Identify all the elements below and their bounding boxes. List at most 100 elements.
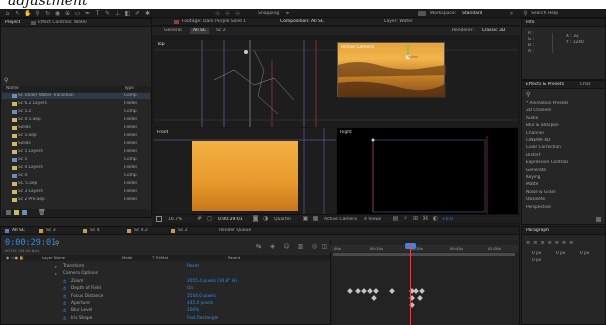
clone-stamp-tool-icon[interactable]: ⊥ <box>114 10 121 17</box>
tab-effects-presets[interactable]: Effects & Presets <box>526 82 564 88</box>
effects-category[interactable]: Distort <box>526 153 541 159</box>
project-item[interactable]: Sc 5.aep Folder <box>2 133 150 139</box>
local-axis-icon[interactable]: ⊹ <box>214 10 221 17</box>
stopwatch-icon[interactable]: ⏱ <box>63 316 66 321</box>
stopwatch-icon[interactable]: ⏱ <box>63 308 66 313</box>
column-trkmat[interactable]: T TrkMat <box>152 255 168 261</box>
draft-3d-icon[interactable]: ◈ <box>269 243 276 250</box>
column-parent[interactable]: Parent <box>228 255 240 261</box>
layer-property-row[interactable]: ⏱ Iris Shape Fast Rectangle <box>3 315 331 322</box>
column-name[interactable]: Name <box>6 86 19 92</box>
work-area-bar[interactable] <box>333 253 515 256</box>
snapping-icon[interactable]: ⌖ <box>284 10 291 17</box>
indent-first[interactable]: 0 px <box>580 251 589 256</box>
effects-category[interactable]: Blur & Sharpen <box>526 123 559 129</box>
search-icon[interactable]: ⚲ <box>55 240 59 247</box>
eraser-tool-icon[interactable]: ◧ <box>124 10 131 17</box>
top-view[interactable]: Top <box>154 40 518 127</box>
magnification-select[interactable]: 16.7% <box>168 217 182 222</box>
effects-category[interactable]: Obsolete <box>526 197 545 203</box>
project-item[interactable]: Solids Folder <box>2 141 150 147</box>
tab-render-queue[interactable]: Render Queue <box>219 228 251 234</box>
graph-editor-icon[interactable]: ◫ <box>321 243 328 250</box>
timeline-icon[interactable]: ⊞ <box>412 215 419 222</box>
camera-view-select[interactable]: Active Camera <box>324 217 357 222</box>
layer-property-row[interactable]: ⏱ Blur Level 100% <box>3 307 331 314</box>
effects-category[interactable]: Matte <box>526 182 538 188</box>
layer-property-row[interactable]: ▸ Camera Options <box>3 270 331 277</box>
project-item[interactable]: Sc 6.2 Layers Folder <box>2 101 150 107</box>
tab-sc-2[interactable]: Sc 2 <box>178 228 188 234</box>
tab-sc-4-2[interactable]: Sc 4.2 <box>134 228 148 234</box>
property-value[interactable]: 100% <box>187 307 199 314</box>
layer-property-row[interactable]: ⏱ Zoom 2055.4 pixels (34.8° H) <box>3 278 331 285</box>
search-icon[interactable]: ⚲ <box>4 77 8 84</box>
project-item[interactable]: Sc 5 Comp <box>2 157 150 163</box>
flowchart-icon[interactable]: ⌘ <box>422 215 429 222</box>
expand-arrow-icon[interactable]: ▸ <box>55 271 57 276</box>
property-value[interactable]: Reset <box>187 263 199 270</box>
project-item[interactable]: Sc 5 Layers Folder <box>2 149 150 155</box>
layer-property-row[interactable]: ▸ Transform Reset <box>3 263 331 270</box>
fast-previews-icon[interactable]: ⚡ <box>402 215 409 222</box>
alignment-buttons[interactable]: ≡≡≡≡≡≡≡ <box>526 240 602 246</box>
snapshot-icon[interactable]: ◙ <box>252 215 259 222</box>
stopwatch-icon[interactable]: ⏱ <box>63 286 66 291</box>
tab-footage[interactable]: Footage: Dark Purple Solid 1 <box>182 19 246 25</box>
project-item[interactable]: Sc Under Water Transition Comp <box>2 93 150 99</box>
tab-effect-controls[interactable]: Effect Controls: Water <box>38 20 87 26</box>
resolution-select[interactable]: Quarter <box>274 217 291 222</box>
active-camera-thumbnail[interactable]: Active Camera <box>337 42 446 98</box>
search-help-input[interactable]: Search Help <box>531 11 558 16</box>
show-channel-icon[interactable]: ◑ <box>262 215 269 222</box>
workspace-select[interactable]: Standard <box>462 11 482 16</box>
effects-category[interactable]: Perspective <box>526 205 551 211</box>
stopwatch-icon[interactable]: ⏱ <box>63 294 66 299</box>
time-ruler[interactable]: 00s 00:15s 00:30s 00:45s 01:00s <box>330 245 518 252</box>
tab-sc-4[interactable]: Sc 4 <box>90 228 100 234</box>
layer-property-row[interactable]: ⏱ Aperture 445.0 pixels <box>3 300 331 307</box>
puppet-tool-icon[interactable]: ✱ <box>144 10 151 17</box>
stopwatch-icon[interactable]: ⏱ <box>63 301 66 306</box>
tab-sc-3[interactable]: Sc 3 <box>46 228 56 234</box>
project-item[interactable]: Sc 4 Comp <box>2 173 150 179</box>
project-item[interactable]: Sc 3 Layers Folder <box>2 189 150 195</box>
property-value[interactable]: On <box>187 285 193 292</box>
tab-info[interactable]: Info <box>526 20 535 26</box>
current-time-display[interactable]: 0:00:29:01 <box>218 217 243 222</box>
effects-category[interactable]: Keying <box>526 175 540 181</box>
region-of-interest-icon[interactable]: ▣ <box>302 215 309 222</box>
transparency-grid-icon[interactable]: ▦ <box>312 215 319 222</box>
exposure-value[interactable]: +0.0 <box>442 217 453 222</box>
toggle-pixel-aspect-icon[interactable]: ▤ <box>392 215 399 222</box>
project-item[interactable]: Sc 4 5.aep Folder <box>2 117 150 123</box>
rotate-tool-icon[interactable]: ↻ <box>44 10 51 17</box>
tab-project[interactable]: Project <box>5 20 20 26</box>
property-value[interactable]: 445.0 pixels <box>187 300 213 307</box>
interpret-footage-icon[interactable] <box>6 210 11 215</box>
effects-category[interactable]: 3D Channel <box>526 108 551 114</box>
stopwatch-icon[interactable]: ⏱ <box>63 279 66 284</box>
preview-icon[interactable] <box>156 216 162 222</box>
expand-arrow-icon[interactable]: ▸ <box>55 264 57 269</box>
new-folder-icon[interactable] <box>14 210 19 215</box>
timecode-display[interactable]: 0:00:29:01 <box>5 238 56 248</box>
effects-category[interactable]: Color Correction <box>526 145 561 151</box>
exposure-icon[interactable]: ◐ <box>432 215 439 222</box>
all-sc-crumb[interactable]: All SC <box>190 28 210 34</box>
selection-tool-icon[interactable]: ↖ <box>14 10 21 17</box>
current-time-indicator[interactable] <box>410 243 411 325</box>
space-before[interactable]: 0 px <box>532 258 541 263</box>
effects-category[interactable]: Noise & Grain <box>526 190 556 196</box>
project-item[interactable]: SC 5.aep Folder <box>2 181 150 187</box>
view-axis-icon[interactable]: ⊹ <box>234 10 241 17</box>
grid-icon[interactable]: # <box>196 215 203 222</box>
property-value[interactable]: 2055.4 pixels (34.8° H) <box>187 278 237 285</box>
tab-composition[interactable]: Composition: All SC <box>280 19 324 25</box>
project-item[interactable]: Sc 2 Pre.aep Folder <box>2 197 150 203</box>
workspace-menu-icon[interactable]: » <box>508 10 515 17</box>
tab-character[interactable]: Char <box>580 82 591 88</box>
sc2-crumb[interactable]: Sc 2 <box>216 28 226 34</box>
snapping-label[interactable]: Snapping <box>258 11 279 16</box>
orange-solid-layer[interactable] <box>192 141 298 211</box>
